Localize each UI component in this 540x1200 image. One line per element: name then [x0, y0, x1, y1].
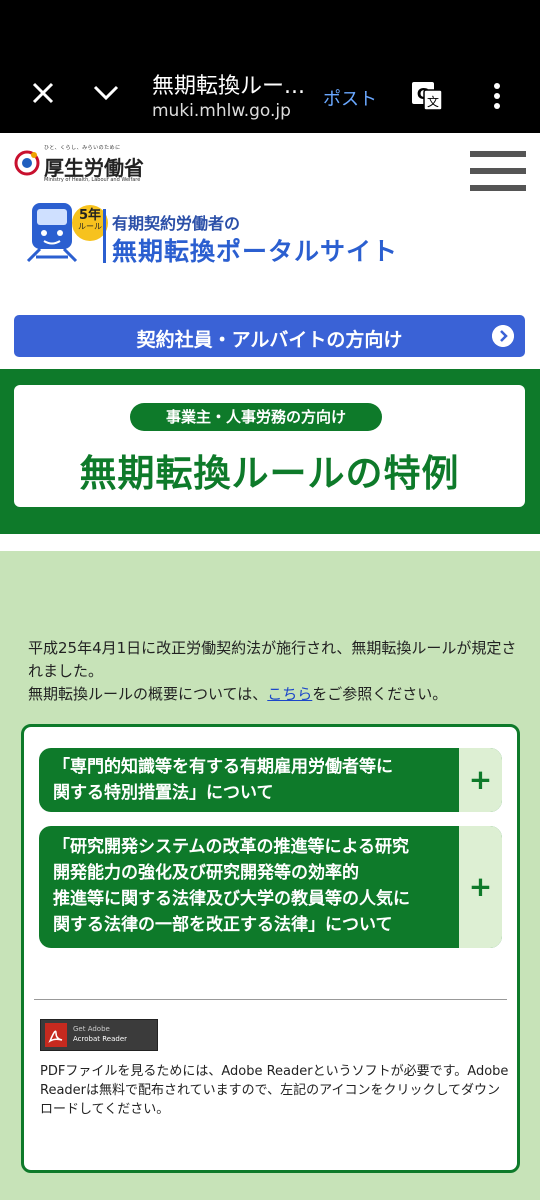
browser-url: muki.mhlw.go.jp [152, 101, 291, 121]
expand-button[interactable]: + [459, 748, 502, 812]
browser-page-title: 無期転換ルー... [152, 74, 305, 99]
employee-button-label: 契約社員・アルバイトの方向け [136, 329, 403, 351]
employer-pill: 事業主・人事労務の方向け [130, 403, 382, 431]
employer-banner: 事業主・人事労務の方向け 無期転換ルールの特例 [0, 369, 540, 534]
overview-link[interactable]: こちら [267, 685, 312, 703]
divider [34, 999, 507, 1000]
adobe-label-top: Get Adobe [73, 1025, 110, 1033]
employee-page-button[interactable]: 契約社員・アルバイトの方向け [14, 315, 525, 357]
accordion-title: 「研究開発システムの改革の推進等による研究 開発能力の強化及び研究開発等の効率的… [53, 837, 410, 935]
portal-title: 無期転換ポータルサイト [112, 237, 399, 266]
intro-line-2-before: 無期転換ルールの概要については、 [28, 685, 268, 703]
ministry-english-name: Ministry of Health, Labour and Welfare [44, 177, 141, 183]
plus-icon: + [468, 763, 493, 796]
ministry-tagline: ひと、くらし、みらいのために [44, 145, 121, 151]
accordion-item[interactable]: 「研究開発システムの改革の推進等による研究 開発能力の強化及び研究開発等の効率的… [39, 826, 502, 948]
svg-text:文: 文 [427, 94, 439, 109]
pdf-note: PDFファイルを見るためには、Adobe Readerというソフトが必要です。A… [40, 1064, 509, 1117]
special-rules-box: 「専門的知識等を有する有期雇用労働者等に 関する特別措置法」について + 「研究… [21, 724, 520, 1173]
accordion-item[interactable]: 「専門的知識等を有する有期雇用労働者等に 関する特別措置法」について + [39, 748, 502, 812]
chevron-right-icon [492, 325, 514, 347]
more-options-icon[interactable] [490, 82, 504, 110]
ministry-logo[interactable]: ひと、くらし、みらいのために 厚生労働省 Ministry of Health,… [14, 143, 144, 183]
web-page: ひと、くらし、みらいのために 厚生労働省 Ministry of Health,… [0, 133, 540, 1200]
portal-divider [103, 209, 106, 263]
plus-icon: + [468, 870, 493, 903]
portal-subtitle: 有期契約労働者の [112, 214, 241, 233]
chevron-down-icon[interactable] [92, 82, 120, 102]
get-adobe-reader-button[interactable]: Get Adobe Acrobat Reader [40, 1019, 158, 1051]
expand-button[interactable]: + [459, 826, 502, 948]
translate-icon[interactable]: G 文 [411, 80, 443, 112]
adobe-label-bottom: Acrobat Reader [73, 1035, 127, 1043]
close-icon[interactable] [30, 80, 56, 106]
browser-toolbar: 無期転換ルー... muki.mhlw.go.jp ポスト G 文 [0, 0, 540, 133]
main-content: 平成25年4月1日に改正労働契約法が施行され、無期転換ルールが規定されました。 … [0, 551, 540, 1200]
acrobat-icon [45, 1023, 67, 1047]
intro-text: 平成25年4月1日に改正労働契約法が施行され、無期転換ルールが規定されました。 … [28, 637, 518, 706]
ministry-mark-icon [14, 150, 40, 176]
post-button[interactable]: ポスト [323, 85, 377, 111]
intro-line-2-after: をご参照ください。 [312, 685, 448, 703]
page-title: 無期転換ルールの特例 [79, 452, 460, 495]
hamburger-menu-icon[interactable] [470, 151, 526, 191]
accordion-title: 「専門的知識等を有する有期雇用労働者等に 関する特別措置法」について [53, 757, 393, 803]
intro-line-1: 平成25年4月1日に改正労働契約法が施行され、無期転換ルールが規定されました。 [28, 639, 517, 680]
portal-logo[interactable]: 5年 ルール 有期契約労働者の 無期転換ポータルサイト [24, 197, 504, 267]
banner-card: 事業主・人事労務の方向け 無期転換ルールの特例 [14, 385, 525, 507]
